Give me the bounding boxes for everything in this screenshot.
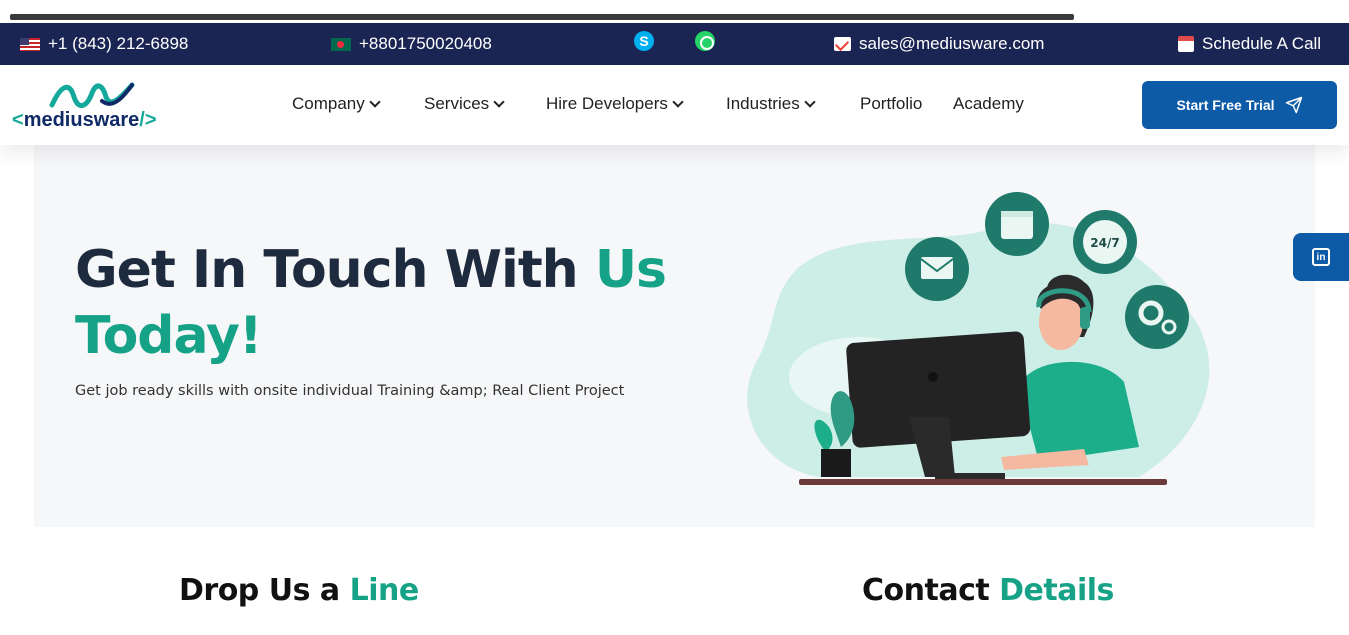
schedule-call-link[interactable]: Schedule A Call xyxy=(1178,23,1321,65)
nav-company[interactable]: Company xyxy=(292,94,381,114)
phone-bd-text: +8801750020408 xyxy=(359,34,492,53)
scroll-indicator xyxy=(10,14,1074,20)
schedule-text: Schedule A Call xyxy=(1202,34,1322,53)
contact-details-heading: Contact Details xyxy=(862,573,1114,608)
browser-top-strip xyxy=(0,0,1349,20)
nav-portfolio[interactable]: Portfolio xyxy=(860,94,922,114)
badge-247: 24/7 xyxy=(1090,236,1119,250)
nav-services-label: Services xyxy=(424,94,490,113)
hero-title: Get In Touch With Us Today! xyxy=(75,240,667,366)
nav-academy-label: Academy xyxy=(953,94,1024,113)
nav-industries[interactable]: Industries xyxy=(726,94,816,114)
main-navbar: <mediusware/> Company Services Hire Deve… xyxy=(0,65,1349,145)
top-contact-bar: +1 (843) 212-6898 +8801750020408 S sales… xyxy=(0,23,1349,65)
logo[interactable]: <mediusware/> xyxy=(12,79,182,131)
hero-subtitle: Get job ready skills with onsite individ… xyxy=(75,383,625,399)
nav-industries-label: Industries xyxy=(726,94,800,113)
flag-bd-icon xyxy=(331,37,351,51)
linkedin-icon: in xyxy=(1312,248,1330,266)
linkedin-button[interactable]: in xyxy=(1293,233,1349,281)
phone-us-text: +1 (843) 212-6898 xyxy=(48,34,189,53)
start-free-trial-button[interactable]: Start Free Trial xyxy=(1142,81,1337,129)
skype-link[interactable]: S xyxy=(634,20,654,62)
phone-us-link[interactable]: +1 (843) 212-6898 xyxy=(20,23,188,65)
drop-us-line-heading: Drop Us a Line xyxy=(179,573,419,608)
skype-icon: S xyxy=(634,31,654,51)
cta-label: Start Free Trial xyxy=(1176,97,1275,113)
logo-mark-icon xyxy=(49,82,135,108)
nav-services[interactable]: Services xyxy=(424,94,505,114)
email-link[interactable]: sales@mediusware.com xyxy=(834,23,1044,65)
hero-section: Get In Touch With Us Today! Get job ready… xyxy=(34,145,1315,527)
support-agent-illustration: 24/7 xyxy=(747,192,1210,485)
chevron-down-icon xyxy=(493,95,505,108)
phone-bd-link[interactable]: +8801750020408 xyxy=(331,23,492,65)
nav-academy[interactable]: Academy xyxy=(953,94,1024,114)
whatsapp-link[interactable] xyxy=(695,20,715,62)
whatsapp-icon xyxy=(695,31,715,51)
flag-us-icon xyxy=(20,37,40,51)
chevron-down-icon xyxy=(369,95,381,108)
nav-portfolio-label: Portfolio xyxy=(860,94,923,113)
chevron-down-icon xyxy=(804,95,816,108)
send-icon xyxy=(1285,96,1302,114)
chevron-down-icon xyxy=(672,95,684,108)
calendar-icon xyxy=(1178,36,1194,52)
nav-hire-developers-label: Hire Developers xyxy=(546,94,668,113)
nav-hire-developers[interactable]: Hire Developers xyxy=(546,94,684,114)
nav-company-label: Company xyxy=(292,94,365,113)
email-text: sales@mediusware.com xyxy=(859,34,1045,53)
gmail-icon xyxy=(834,37,851,51)
logo-text: <mediusware/> xyxy=(12,109,157,131)
